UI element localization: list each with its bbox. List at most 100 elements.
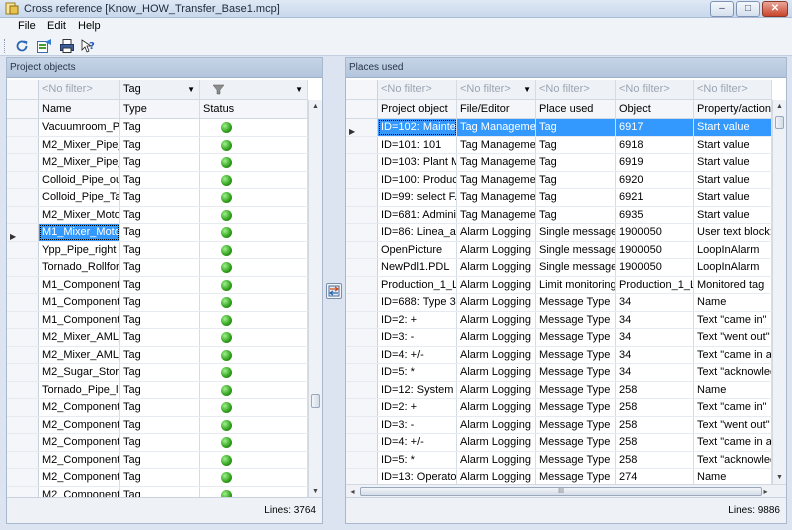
row-header[interactable] — [346, 416, 378, 433]
row-header[interactable] — [7, 119, 39, 136]
menu-file[interactable]: File — [18, 20, 36, 32]
file-editor-cell[interactable]: Tag Management — [457, 136, 536, 153]
object-status-cell[interactable] — [200, 294, 308, 311]
table-row[interactable]: ID=12: System ...Alarm LoggingMessage Ty… — [346, 381, 772, 399]
project-object-cell[interactable]: ID=2: + — [378, 311, 457, 328]
table-row[interactable]: ID=86: Linea_a... Alarm Logging Single mes… — [346, 224, 772, 242]
project-object-cell[interactable]: ID=2: + — [378, 399, 457, 416]
project-object-cell[interactable]: ID=4: +/- — [378, 434, 457, 451]
property-action-cell[interactable]: Monitored tag — [694, 276, 772, 293]
transfer-button[interactable] — [326, 283, 342, 299]
row-header[interactable] — [7, 311, 39, 328]
table-row[interactable]: ID=5: * Alarm Logging Message Type 258 Text … — [346, 451, 772, 469]
table-row[interactable]: Production_1_Li...Alarm LoggingLimit mon… — [346, 276, 772, 294]
place-used-cell[interactable]: Message Type — [536, 451, 616, 468]
row-header[interactable] — [7, 154, 39, 171]
object-status-cell[interactable] — [200, 119, 308, 136]
column-header-property-action[interactable]: Property/action — [694, 100, 772, 118]
object-type-cell[interactable]: Tag — [120, 434, 200, 451]
project-object-cell[interactable]: ID=4: +/- — [378, 346, 457, 363]
object-cell[interactable]: 6918 — [616, 136, 694, 153]
object-type-cell[interactable]: Tag — [120, 189, 200, 206]
type-filter[interactable]: Tag ▼ — [120, 80, 200, 99]
table-row[interactable]: M2_Component...Tag — [7, 399, 308, 417]
place-used-cell[interactable]: Message Type — [536, 381, 616, 398]
row-header[interactable] — [346, 189, 378, 206]
minimize-button[interactable]: – — [710, 1, 734, 17]
object-name-cell[interactable]: M2_Mixer_AML_... — [39, 346, 120, 363]
right-hscroll-thumb[interactable]: III — [360, 487, 762, 496]
property-action-cell[interactable]: Text "acknowled... — [694, 364, 772, 381]
project-object-cell[interactable]: ID=101: 101 — [378, 136, 457, 153]
menu-edit[interactable]: Edit — [47, 20, 66, 32]
table-row[interactable]: Colloid_Pipe_out...Tag — [7, 171, 308, 189]
property-action-cell[interactable]: Start value — [694, 136, 772, 153]
row-header[interactable] — [7, 434, 39, 451]
place-used-cell[interactable]: Single message — [536, 224, 616, 241]
status-filter[interactable]: ▼ — [200, 80, 308, 99]
table-row[interactable]: M2_Component...Tag — [7, 469, 308, 487]
object-cell[interactable]: 34 — [616, 294, 694, 311]
row-header[interactable] — [346, 154, 378, 171]
place-used-cell[interactable]: Message Type — [536, 294, 616, 311]
object-status-cell[interactable] — [200, 311, 308, 328]
property-action-cell[interactable]: Name — [694, 294, 772, 311]
row-header[interactable]: ▶ — [7, 224, 39, 241]
row-header[interactable] — [7, 241, 39, 258]
row-header[interactable] — [7, 381, 39, 398]
project-object-cell[interactable]: ID=86: Linea_a... — [378, 224, 457, 241]
file-editor-cell[interactable]: Alarm Logging — [457, 294, 536, 311]
scroll-up-icon[interactable]: ▲ — [309, 100, 322, 113]
property-action-cell[interactable]: Text "went out" — [694, 329, 772, 346]
table-row[interactable]: Colloid_Pipe_TankTag — [7, 189, 308, 207]
maximize-button[interactable]: □ — [736, 1, 760, 17]
place-used-cell[interactable]: Message Type — [536, 311, 616, 328]
close-button[interactable]: ✕ — [762, 1, 788, 17]
row-header[interactable] — [346, 224, 378, 241]
row-header[interactable] — [346, 434, 378, 451]
column-header-file-editor[interactable]: File/Editor — [457, 100, 536, 118]
row-header[interactable] — [7, 276, 39, 293]
column-header-object[interactable]: Object — [616, 100, 694, 118]
table-row[interactable]: ID=4: +/- Alarm Logging Message Type 258 Tex… — [346, 434, 772, 452]
file-editor-cell[interactable]: Alarm Logging — [457, 451, 536, 468]
property-action-cell[interactable]: LoopInAlarm — [694, 241, 772, 258]
object-status-cell[interactable] — [200, 276, 308, 293]
object-status-cell[interactable] — [200, 329, 308, 346]
object-type-cell[interactable]: Tag — [120, 399, 200, 416]
object-type-cell[interactable]: Tag — [120, 329, 200, 346]
object-name-cell[interactable]: M2_Component... — [39, 434, 120, 451]
project-object-cell[interactable]: ID=99: select F... — [378, 189, 457, 206]
scroll-up-icon[interactable]: ▲ — [773, 100, 786, 113]
object-type-cell[interactable]: Tag — [120, 346, 200, 363]
row-header[interactable] — [346, 276, 378, 293]
place-used-cell[interactable]: Message Type — [536, 434, 616, 451]
object-cell[interactable]: 6921 — [616, 189, 694, 206]
object-type-cell[interactable]: Tag — [120, 451, 200, 468]
place-used-cell[interactable]: Message Type — [536, 364, 616, 381]
object-cell[interactable]: 34 — [616, 311, 694, 328]
object-status-cell[interactable] — [200, 381, 308, 398]
row-header[interactable] — [7, 399, 39, 416]
object-cell[interactable]: 6919 — [616, 154, 694, 171]
property-action-cell[interactable]: Text "acknowled... — [694, 451, 772, 468]
object-name-cell[interactable]: M2_Component... — [39, 416, 120, 433]
object-name-cell[interactable]: M1_Mixer_Motor — [39, 224, 120, 241]
object-name-cell[interactable]: M2_Mixer_Pipe_... — [39, 136, 120, 153]
right-horizontal-scrollbar[interactable]: ◂ III ▸ — [346, 484, 786, 498]
row-header[interactable] — [346, 259, 378, 276]
table-row[interactable]: M2_Mixer_AML_...Tag — [7, 346, 308, 364]
right-vertical-scrollbar[interactable]: ▲ ▼ — [772, 100, 786, 484]
file-editor-cell[interactable]: Tag Management — [457, 154, 536, 171]
property-action-cell[interactable]: Start value — [694, 171, 772, 188]
file-editor-cell[interactable]: Alarm Logging — [457, 399, 536, 416]
object-type-cell[interactable]: Tag — [120, 241, 200, 258]
object-filter[interactable]: <No filter> — [616, 80, 694, 99]
object-name-cell[interactable]: Tornado_Rollfor... — [39, 259, 120, 276]
project-object-cell[interactable]: ID=12: System ... — [378, 381, 457, 398]
object-status-cell[interactable] — [200, 136, 308, 153]
table-row[interactable]: ID=103: Plant M...Tag ManagementTag6919S… — [346, 154, 772, 172]
row-header[interactable] — [346, 381, 378, 398]
row-header[interactable] — [346, 329, 378, 346]
left-vertical-scrollbar[interactable]: ▲ ▼ — [308, 100, 322, 498]
